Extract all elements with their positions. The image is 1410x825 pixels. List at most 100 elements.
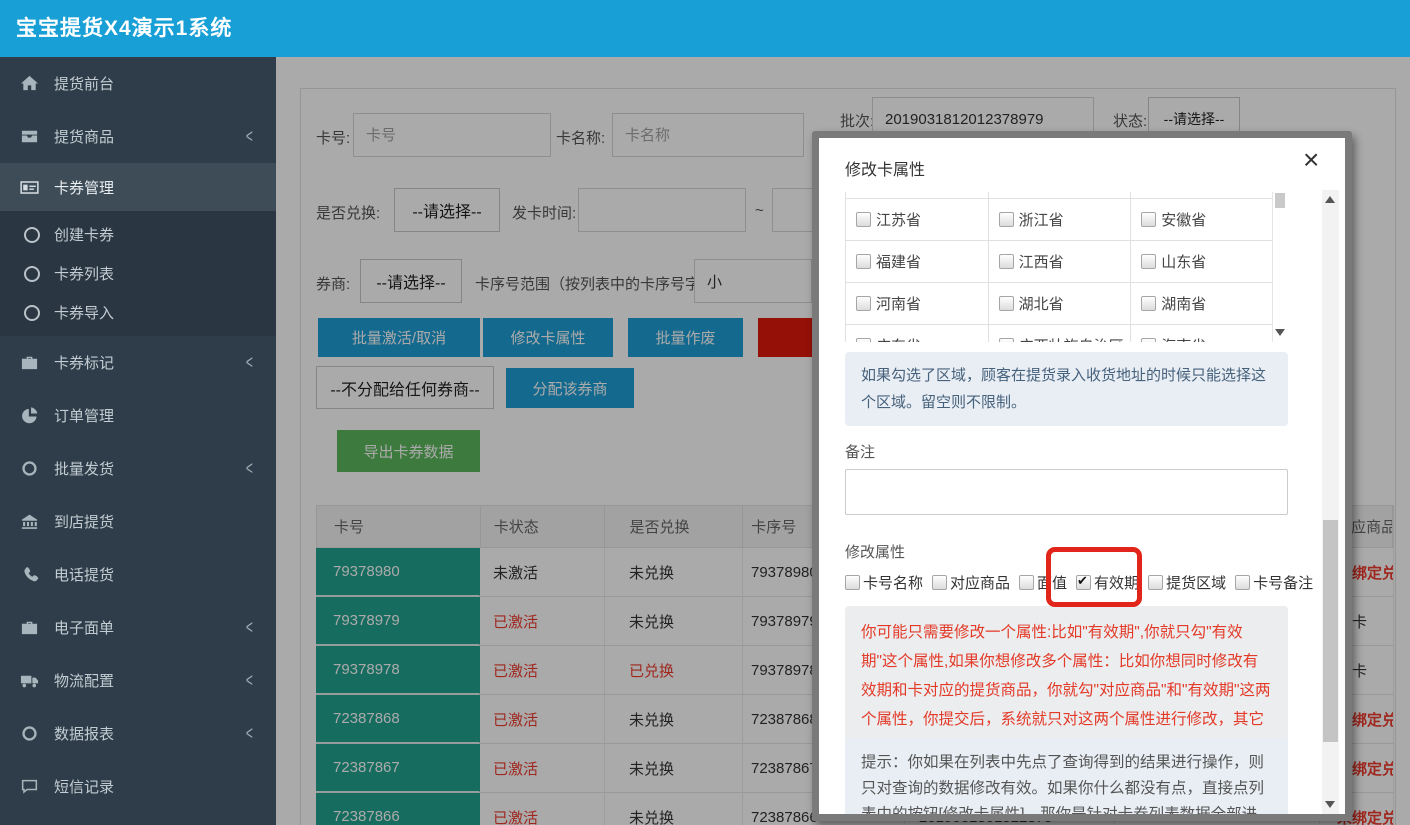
- province-cell: 福建省: [846, 241, 989, 283]
- scroll-up-icon[interactable]: [1325, 196, 1335, 203]
- sidebar-item-more[interactable]: [0, 813, 276, 825]
- province-label: 湖北省: [1019, 293, 1064, 314]
- attr-item-有效期: 有效期: [1076, 572, 1139, 593]
- province-row: 河南省 湖北省 湖南省: [846, 283, 1274, 325]
- province-label: 福建省: [876, 251, 921, 272]
- province-cell: 安徽省: [1131, 199, 1274, 241]
- province-scrollbar[interactable]: [1272, 192, 1288, 342]
- inbox-icon: [20, 127, 39, 146]
- scroll-down-icon[interactable]: [1275, 329, 1285, 336]
- attr-checkbox-卡号备注[interactable]: [1235, 575, 1250, 590]
- sidebar-item-label: 数据报表: [54, 723, 114, 744]
- attr-item-卡号备注: 卡号备注: [1235, 572, 1313, 593]
- circle-icon: [24, 227, 40, 243]
- province-checkbox[interactable]: [1141, 254, 1156, 269]
- attr-label: 有效期: [1094, 572, 1139, 593]
- remark-textarea[interactable]: [845, 469, 1288, 515]
- sidebar: 提货前台提货商品 < 卡券管理创建卡券卡券列表卡券导入卡券标记 < 订单管理批量发货< 到…: [0, 57, 276, 825]
- chevron-left-icon: <: [246, 669, 253, 691]
- sidebar-subitem-创建卡券[interactable]: 创建卡券: [0, 215, 276, 254]
- province-scrollbar-thumb[interactable]: [1275, 193, 1285, 208]
- sidebar-item-订单管理[interactable]: 订单管理: [0, 389, 276, 442]
- sidebar-subitem-label: 卡券列表: [54, 263, 114, 284]
- sidebar-item-提货前台[interactable]: 提货前台: [0, 57, 276, 110]
- close-icon[interactable]: ×: [1303, 146, 1319, 174]
- province-checkbox[interactable]: [1141, 212, 1156, 227]
- chevron-left-icon: <: [246, 351, 253, 373]
- province-checkbox[interactable]: [1141, 296, 1156, 311]
- sidebar-item-到店提货[interactable]: 到店提货: [0, 495, 276, 548]
- sidebar-item-label: 到店提货: [54, 511, 114, 532]
- sidebar-item-电子面单[interactable]: 电子面单<: [0, 601, 276, 654]
- province-label: 浙江省: [1019, 209, 1064, 230]
- pie-icon: [20, 406, 39, 425]
- province-cell: 江苏省: [846, 199, 989, 241]
- province-label: 江西省: [1019, 251, 1064, 272]
- modal-scrollbar-thumb[interactable]: [1323, 520, 1338, 742]
- province-label: 湖南省: [1161, 293, 1206, 314]
- circle-icon: [24, 266, 40, 282]
- province-label: 山东省: [1161, 251, 1206, 272]
- modal-title: 修改卡属性: [845, 156, 925, 180]
- chevron-left-icon: <: [246, 457, 253, 479]
- circle-icon: [24, 305, 40, 321]
- province-row: 福建省 江西省 山东省: [846, 241, 1274, 283]
- attr-checkbox-对应商品[interactable]: [932, 575, 947, 590]
- province-checkbox[interactable]: [856, 212, 871, 227]
- remark-label: 备注: [845, 441, 875, 462]
- sidebar-item-label: 卡券标记: [54, 352, 114, 373]
- attr-checkbox-卡号名称[interactable]: [845, 575, 860, 590]
- sidebar-item-卡券标记[interactable]: 卡券标记 <: [0, 336, 276, 389]
- province-cell: 广东省: [846, 325, 989, 342]
- sidebar-item-提货商品[interactable]: 提货商品 <: [0, 110, 276, 163]
- sidebar-item-短信记录[interactable]: 短信记录: [0, 760, 276, 813]
- province-cell: 湖南省: [1131, 283, 1274, 325]
- attr-item-提货区域: 提货区域: [1148, 572, 1226, 593]
- province-checkbox[interactable]: [999, 254, 1014, 269]
- province-cell: [846, 192, 989, 199]
- province-checkbox[interactable]: [856, 338, 871, 342]
- scroll-down-icon[interactable]: [1325, 801, 1335, 808]
- sidebar-item-卡券管理[interactable]: 卡券管理: [0, 163, 276, 211]
- attr-label: 卡号备注: [1253, 572, 1313, 593]
- chevron-left-icon: <: [246, 125, 253, 147]
- province-cell: [1131, 192, 1274, 199]
- attr-label: 面值: [1037, 572, 1067, 593]
- comment-icon: [20, 777, 39, 796]
- province-checkbox[interactable]: [999, 212, 1014, 227]
- sidebar-item-label: 订单管理: [54, 405, 114, 426]
- province-checkbox[interactable]: [856, 254, 871, 269]
- id-card-icon: [20, 178, 39, 197]
- province-cell: 湖北省: [989, 283, 1132, 325]
- province-cell: [989, 192, 1132, 199]
- attrs-checkbox-row: 卡号名称对应商品面值有效期提货区域卡号备注: [845, 572, 1315, 593]
- attr-checkbox-面值[interactable]: [1019, 575, 1034, 590]
- attr-label: 提货区域: [1166, 572, 1226, 593]
- briefcase-icon: [20, 618, 39, 637]
- province-checkbox[interactable]: [856, 296, 871, 311]
- province-row: [846, 192, 1274, 199]
- province-checkbox[interactable]: [999, 338, 1014, 342]
- sidebar-subitem-卡券列表[interactable]: 卡券列表: [0, 254, 276, 293]
- sidebar-subitem-卡券导入[interactable]: 卡券导入: [0, 293, 276, 332]
- circle-icon: [20, 459, 39, 478]
- province-cell: 河南省: [846, 283, 989, 325]
- province-checkbox[interactable]: [1141, 338, 1156, 342]
- sidebar-item-label: 提货商品: [54, 126, 114, 147]
- province-list: 江苏省浙江省安徽省福建省江西省山东省河南省湖北省湖南省广东省广西壮族自治区海南省: [845, 192, 1288, 342]
- attr-item-卡号名称: 卡号名称: [845, 572, 923, 593]
- circle-icon: [20, 724, 39, 743]
- modal-scrollbar[interactable]: [1322, 190, 1339, 814]
- sidebar-item-物流配置[interactable]: 物流配置<: [0, 654, 276, 707]
- attr-checkbox-有效期[interactable]: [1076, 575, 1091, 590]
- province-label: 江苏省: [876, 209, 921, 230]
- attr-label: 卡号名称: [863, 572, 923, 593]
- sidebar-item-批量发货[interactable]: 批量发货<: [0, 442, 276, 495]
- sidebar-item-电话提货[interactable]: 电话提货: [0, 548, 276, 601]
- sidebar-item-数据报表[interactable]: 数据报表<: [0, 707, 276, 760]
- phone-icon: [20, 565, 39, 584]
- province-checkbox[interactable]: [999, 296, 1014, 311]
- province-cell: 山东省: [1131, 241, 1274, 283]
- province-label: 河南省: [876, 293, 921, 314]
- attr-checkbox-提货区域[interactable]: [1148, 575, 1163, 590]
